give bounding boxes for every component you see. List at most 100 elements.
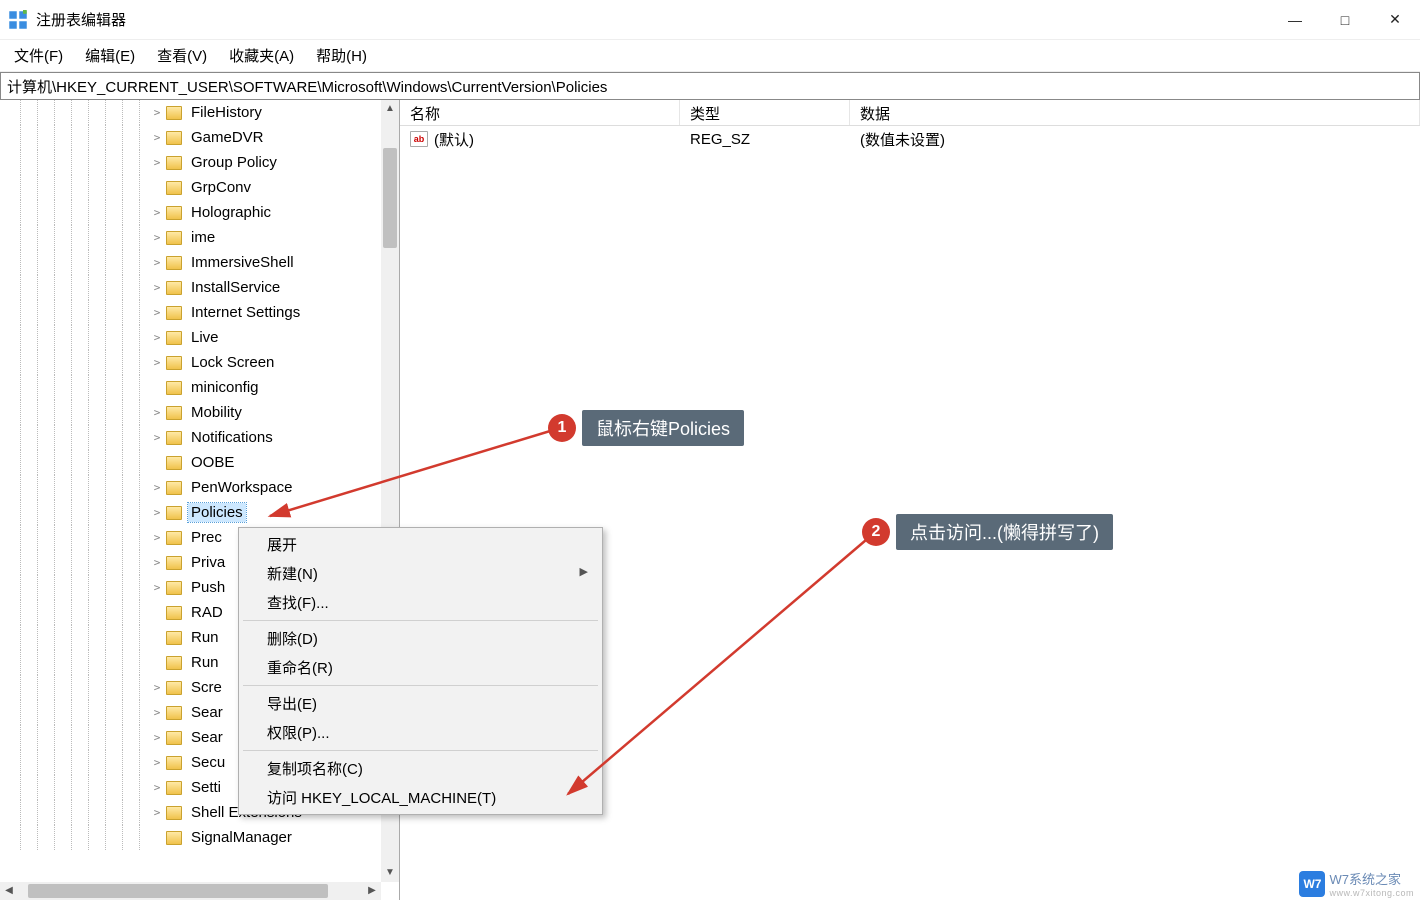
address-bar[interactable]: 计算机\HKEY_CURRENT_USER\SOFTWARE\Microsoft… bbox=[0, 72, 1420, 100]
tree-item-label: Lock Screen bbox=[188, 353, 277, 372]
folder-icon bbox=[166, 456, 182, 470]
tree-item-label: Sear bbox=[188, 703, 226, 722]
tree-item-label: Run bbox=[188, 653, 222, 672]
ctx-goto-hklm[interactable]: 访问 HKEY_LOCAL_MACHINE(T) bbox=[239, 783, 602, 812]
expand-icon[interactable]: > bbox=[150, 781, 164, 794]
folder-icon bbox=[166, 406, 182, 420]
tree-item-gamedvr[interactable]: >GameDVR bbox=[0, 125, 380, 150]
folder-icon bbox=[166, 831, 182, 845]
tree-item-internet-settings[interactable]: >Internet Settings bbox=[0, 300, 380, 325]
expand-icon[interactable]: > bbox=[150, 406, 164, 419]
ctx-copy-keyname[interactable]: 复制项名称(C) bbox=[239, 754, 602, 783]
tree-item-grpconv[interactable]: GrpConv bbox=[0, 175, 380, 200]
tree-item-live[interactable]: >Live bbox=[0, 325, 380, 350]
ctx-rename[interactable]: 重命名(R) bbox=[239, 653, 602, 682]
ctx-export[interactable]: 导出(E) bbox=[239, 689, 602, 718]
ctx-delete[interactable]: 删除(D) bbox=[239, 624, 602, 653]
expand-icon[interactable]: > bbox=[150, 106, 164, 119]
value-type: REG_SZ bbox=[680, 131, 850, 148]
folder-icon bbox=[166, 106, 182, 120]
expand-icon[interactable]: > bbox=[150, 131, 164, 144]
menu-file[interactable]: 文件(F) bbox=[8, 43, 69, 68]
annotation-number-1: 1 bbox=[548, 414, 576, 442]
expand-icon[interactable]: > bbox=[150, 581, 164, 594]
tree-item-ime[interactable]: >ime bbox=[0, 225, 380, 250]
expand-icon[interactable]: > bbox=[150, 156, 164, 169]
folder-icon bbox=[166, 156, 182, 170]
expand-icon[interactable]: > bbox=[150, 331, 164, 344]
folder-icon bbox=[166, 731, 182, 745]
expand-icon[interactable]: > bbox=[150, 731, 164, 744]
expand-icon[interactable]: > bbox=[150, 231, 164, 244]
menu-help[interactable]: 帮助(H) bbox=[310, 43, 373, 68]
tree-item-label: Push bbox=[188, 578, 228, 597]
content-area: >FileHistory>GameDVR>Group PolicyGrpConv… bbox=[0, 100, 1420, 900]
minimize-button[interactable]: — bbox=[1270, 0, 1320, 40]
address-path: 计算机\HKEY_CURRENT_USER\SOFTWARE\Microsoft… bbox=[7, 76, 607, 97]
ctx-permissions[interactable]: 权限(P)... bbox=[239, 718, 602, 747]
tree-item-miniconfig[interactable]: miniconfig bbox=[0, 375, 380, 400]
expand-icon[interactable]: > bbox=[150, 431, 164, 444]
close-button[interactable]: ✕ bbox=[1370, 0, 1420, 40]
expand-icon[interactable]: > bbox=[150, 756, 164, 769]
expand-icon[interactable]: > bbox=[150, 306, 164, 319]
menu-view[interactable]: 查看(V) bbox=[151, 43, 213, 68]
tree-item-label: ImmersiveShell bbox=[188, 253, 297, 272]
col-header-type[interactable]: 类型 bbox=[680, 100, 850, 125]
tree-item-group-policy[interactable]: > Group Policy bbox=[0, 150, 380, 175]
ctx-sep bbox=[243, 750, 598, 751]
expand-icon[interactable]: > bbox=[150, 506, 164, 519]
ctx-find[interactable]: 查找(F)... bbox=[239, 588, 602, 617]
menu-edit[interactable]: 编辑(E) bbox=[79, 43, 141, 68]
tree-item-label: Scre bbox=[188, 678, 225, 697]
col-header-name[interactable]: 名称 bbox=[400, 100, 680, 125]
watermark-sub: www.w7xitong.com bbox=[1329, 888, 1414, 898]
folder-icon bbox=[166, 781, 182, 795]
maximize-button[interactable]: □ bbox=[1320, 0, 1370, 40]
expand-icon[interactable]: > bbox=[150, 481, 164, 494]
menu-favorites[interactable]: 收藏夹(A) bbox=[223, 43, 300, 68]
watermark-text: W7系统之家 bbox=[1329, 872, 1401, 887]
expand-icon[interactable]: > bbox=[150, 356, 164, 369]
expand-icon[interactable]: > bbox=[150, 706, 164, 719]
tree-item-filehistory[interactable]: >FileHistory bbox=[0, 100, 380, 125]
expand-icon[interactable]: > bbox=[150, 806, 164, 819]
tree-item-lock-screen[interactable]: > Lock Screen bbox=[0, 350, 380, 375]
tree-item-notifications[interactable]: >Notifications bbox=[0, 425, 380, 450]
expand-icon[interactable]: > bbox=[150, 531, 164, 544]
folder-icon bbox=[166, 381, 182, 395]
expand-icon[interactable]: > bbox=[150, 206, 164, 219]
vscroll-thumb[interactable] bbox=[383, 148, 397, 248]
tree-item-label: OOBE bbox=[188, 453, 237, 472]
annotation-number-2: 2 bbox=[862, 518, 890, 546]
tree-item-holographic[interactable]: >Holographic bbox=[0, 200, 380, 225]
window-controls: — □ ✕ bbox=[1270, 0, 1420, 40]
hscroll-thumb[interactable] bbox=[28, 884, 328, 898]
ctx-sep bbox=[243, 685, 598, 686]
folder-icon bbox=[166, 631, 182, 645]
watermark-icon: W7 bbox=[1299, 871, 1325, 897]
col-header-data[interactable]: 数据 bbox=[850, 100, 1420, 125]
tree-item-immersiveshell[interactable]: > ImmersiveShell bbox=[0, 250, 380, 275]
tree-hscrollbar[interactable]: ◀ ▶ bbox=[0, 882, 381, 900]
tree-item-installservice[interactable]: >InstallService bbox=[0, 275, 380, 300]
regedit-icon bbox=[8, 10, 28, 30]
tree-item-penworkspace[interactable]: >PenWorkspace bbox=[0, 475, 380, 500]
tree-item-signalmanager[interactable]: SignalManager bbox=[0, 825, 380, 850]
expand-icon[interactable]: > bbox=[150, 556, 164, 569]
ctx-expand[interactable]: 展开 bbox=[239, 530, 602, 559]
tree-item-label: GrpConv bbox=[188, 178, 254, 197]
expand-icon[interactable]: > bbox=[150, 281, 164, 294]
expand-icon[interactable]: > bbox=[150, 256, 164, 269]
folder-icon bbox=[166, 356, 182, 370]
tree-item-label: Group Policy bbox=[188, 153, 280, 172]
value-row[interactable]: ab (默认) REG_SZ (数值未设置) bbox=[400, 126, 1420, 152]
tree-item-mobility[interactable]: >Mobility bbox=[0, 400, 380, 425]
expand-icon[interactable]: > bbox=[150, 681, 164, 694]
window-title: 注册表编辑器 bbox=[36, 9, 126, 30]
tree-item-oobe[interactable]: OOBE bbox=[0, 450, 380, 475]
tree-item-policies[interactable]: >Policies bbox=[0, 500, 380, 525]
ctx-new[interactable]: 新建(N) ▶ bbox=[239, 559, 602, 588]
tree-item-label: Priva bbox=[188, 553, 228, 572]
tree-item-label: miniconfig bbox=[188, 378, 262, 397]
